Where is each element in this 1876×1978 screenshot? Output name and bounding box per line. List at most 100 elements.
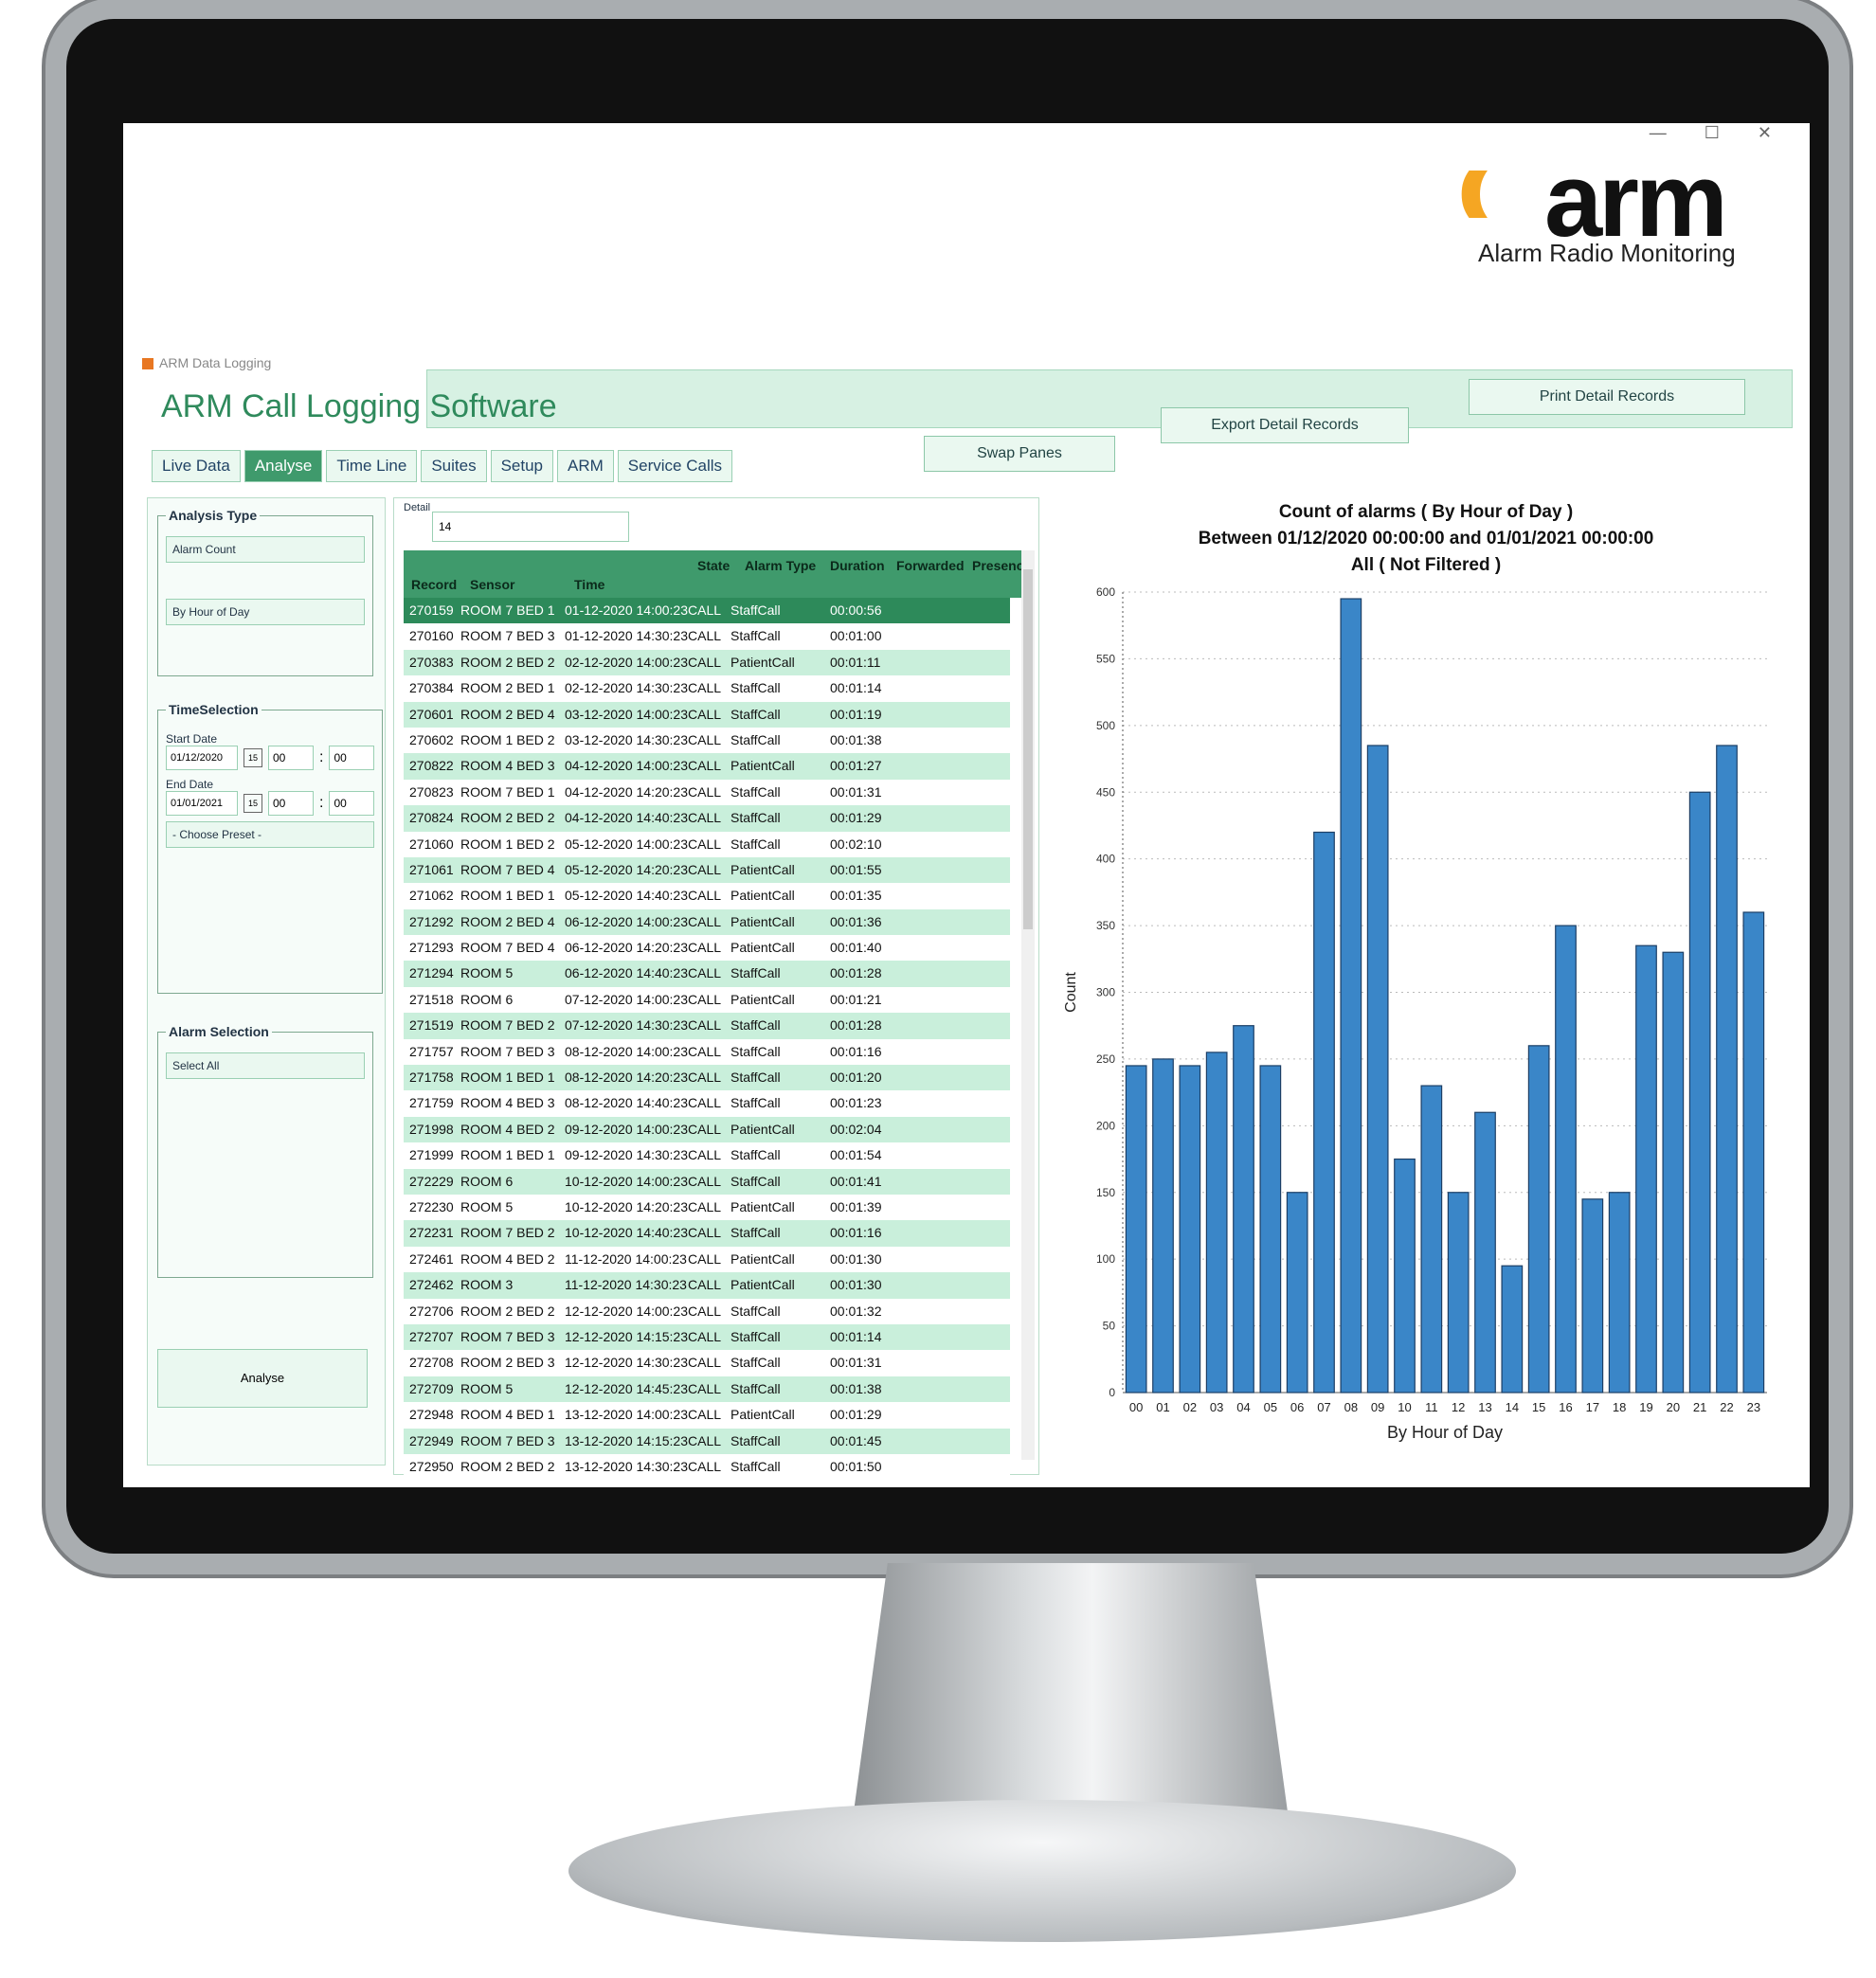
table-scrollbar[interactable] (1021, 550, 1035, 1460)
cell-type: StaffCall (731, 783, 781, 800)
bar-hour-03 (1205, 1052, 1228, 1394)
x-tick-label: 13 (1478, 1400, 1491, 1414)
select-all-item[interactable]: Select All (166, 1052, 365, 1079)
end-date-input[interactable]: 01/01/2021 (166, 791, 238, 816)
table-row[interactable]: 270601 ROOM 2 BED 4 03-12-2020 14:00:23 CAL… (404, 701, 1010, 728)
table-row[interactable]: 270823 ROOM 7 BED 1 04-12-2020 14:20:23 CAL… (404, 779, 1010, 806)
x-axis-label: By Hour of Day (1387, 1423, 1503, 1442)
table-row[interactable]: 272708 ROOM 2 BED 3 12-12-2020 14:30:23 CAL… (404, 1350, 1010, 1376)
table-row[interactable]: 271518 ROOM 6 07-12-2020 14:00:23 CALL Patie… (404, 986, 1010, 1014)
cell-sensor: ROOM 2 BED 2 (460, 654, 555, 670)
x-tick-label: 17 (1586, 1400, 1599, 1414)
cell-sensor: ROOM 7 BED 1 (460, 783, 555, 800)
start-minute-input[interactable]: 00 (329, 746, 375, 770)
table-row[interactable]: 272230 ROOM 5 10-12-2020 14:20:23 CALL Patie… (404, 1194, 1010, 1221)
table-row[interactable]: 272709 ROOM 5 12-12-2020 14:45:23 CALL Staff… (404, 1376, 1010, 1403)
cell-state: CALL (688, 628, 722, 644)
table-row[interactable]: 271061 ROOM 7 BED 4 05-12-2020 14:20:23 CAL… (404, 856, 1010, 884)
grouping-select[interactable]: By Hour of Day (166, 599, 365, 625)
cell-time: 07-12-2020 14:00:23 (565, 991, 688, 1007)
end-minute-input[interactable]: 00 (329, 791, 375, 816)
tab-analyse[interactable]: Analyse (244, 450, 323, 482)
tab-arm[interactable]: ARM (557, 450, 614, 482)
analyse-button[interactable]: Analyse (157, 1349, 368, 1408)
table-row[interactable]: 272461 ROOM 4 BED 2 11-12-2020 14:00:23 CAL… (404, 1246, 1010, 1273)
col-forwarded[interactable]: Forwarded (896, 558, 965, 573)
cell-type: StaffCall (731, 1225, 781, 1241)
tab-service-calls[interactable]: Service Calls (617, 450, 732, 482)
col-record[interactable]: Record (411, 577, 457, 592)
app-icon (142, 358, 153, 370)
bar-hour-19 (1635, 944, 1657, 1394)
col-duration[interactable]: Duration (830, 558, 885, 573)
table-row[interactable]: 271294 ROOM 5 06-12-2020 14:40:23 CALL Staff… (404, 961, 1010, 987)
cell-duration: 00:01:31 (830, 783, 882, 800)
tab-suites[interactable]: Suites (421, 450, 487, 482)
table-row[interactable]: 271293 ROOM 7 BED 4 06-12-2020 14:20:23 CAL… (404, 935, 1010, 962)
table-row[interactable]: 271759 ROOM 4 BED 3 08-12-2020 14:40:23 CAL… (404, 1090, 1010, 1117)
cell-duration: 00:01:31 (830, 1355, 882, 1371)
cell-state: CALL (688, 680, 722, 696)
cell-state: CALL (688, 1017, 722, 1034)
table-row[interactable]: 271999 ROOM 1 BED 1 09-12-2020 14:30:23 CAL… (404, 1142, 1010, 1169)
bar-hour-00 (1125, 1065, 1147, 1394)
cell-state: CALL (688, 888, 722, 904)
tab-time-line[interactable]: Time Line (326, 450, 418, 482)
cell-duration: 00:02:04 (830, 1121, 882, 1137)
cell-record: 270160 (409, 628, 454, 644)
x-tick-label: 03 (1210, 1400, 1223, 1414)
tab-setup[interactable]: Setup (490, 450, 554, 482)
cell-state: CALL (688, 1250, 722, 1267)
end-hour-input[interactable]: 00 (268, 791, 314, 816)
cell-time: 12-12-2020 14:45:23 (565, 1380, 688, 1396)
y-axis-label: Count (1063, 972, 1079, 1013)
col-state[interactable]: State (697, 558, 730, 573)
cell-type: PatientCall (731, 654, 795, 670)
table-row[interactable]: 270384 ROOM 2 BED 1 02-12-2020 14:30:23 CAL… (404, 675, 1010, 702)
table-row[interactable]: 272231 ROOM 7 BED 2 10-12-2020 14:40:23 CAL… (404, 1220, 1010, 1247)
start-hour-input[interactable]: 00 (268, 746, 314, 770)
table-row[interactable]: 270160 ROOM 7 BED 3 01-12-2020 14:30:23 CAL… (404, 623, 1010, 650)
table-row[interactable]: 272462 ROOM 3 11-12-2020 14:30:23 CALL Patie… (404, 1272, 1010, 1299)
detail-input[interactable]: 14 (432, 512, 629, 542)
scrollbar-thumb[interactable] (1023, 569, 1033, 929)
table-row[interactable]: 272950 ROOM 2 BED 2 13-12-2020 14:30:23 CAL… (404, 1453, 1010, 1481)
x-tick-label: 16 (1559, 1400, 1572, 1414)
table-row[interactable]: 271998 ROOM 4 BED 2 09-12-2020 14:00:23 CAL… (404, 1116, 1010, 1143)
table-row[interactable]: 272948 ROOM 4 BED 1 13-12-2020 14:00:23 CAL… (404, 1402, 1010, 1429)
table-row[interactable]: 272707 ROOM 7 BED 3 12-12-2020 14:15:23 CAL… (404, 1323, 1010, 1351)
col-time[interactable]: Time (574, 577, 604, 592)
start-date-input[interactable]: 01/12/2020 (166, 746, 238, 770)
table-row[interactable]: 271292 ROOM 2 BED 4 06-12-2020 14:00:23 CAL… (404, 908, 1010, 936)
cell-type: StaffCall (731, 810, 781, 826)
cell-sensor: ROOM 5 (460, 1198, 514, 1214)
choose-preset-select[interactable]: - Choose Preset - (166, 821, 375, 848)
print-detail-records-button[interactable]: Print Detail Records (1469, 379, 1745, 415)
cell-sensor: ROOM 2 BED 2 (460, 1458, 555, 1474)
tab-live-data[interactable]: Live Data (152, 450, 241, 482)
calendar-icon[interactable]: 15 (244, 794, 262, 813)
table-row[interactable]: 272706 ROOM 2 BED 2 12-12-2020 14:00:23 CAL… (404, 1298, 1010, 1324)
table-row[interactable]: 271060 ROOM 1 BED 2 05-12-2020 14:00:23 CAL… (404, 831, 1010, 857)
table-row[interactable]: 270602 ROOM 1 BED 2 03-12-2020 14:30:23 CAL… (404, 727, 1010, 754)
cell-time: 05-12-2020 14:00:23 (565, 836, 688, 852)
cell-record: 271293 (409, 940, 454, 956)
cell-type: StaffCall (731, 706, 781, 722)
table-row[interactable]: 271758 ROOM 1 BED 1 08-12-2020 14:20:23 CAL… (404, 1065, 1010, 1091)
cell-sensor: ROOM 4 BED 3 (460, 758, 555, 774)
analysis-type-select[interactable]: Alarm Count (166, 536, 365, 563)
table-row[interactable]: 270822 ROOM 4 BED 3 04-12-2020 14:00:23 CAL… (404, 753, 1010, 780)
table-row[interactable]: 270159 ROOM 7 BED 1 01-12-2020 14:00:23 CAL… (404, 598, 1010, 624)
table-row[interactable]: 271062 ROOM 1 BED 1 05-12-2020 14:40:23 CAL… (404, 883, 1010, 909)
table-row[interactable]: 270824 ROOM 2 BED 2 04-12-2020 14:40:23 CAL… (404, 805, 1010, 832)
close-icon[interactable]: ✕ (1758, 123, 1772, 143)
table-row[interactable]: 272949 ROOM 7 BED 3 13-12-2020 14:15:23 CAL… (404, 1428, 1010, 1454)
calendar-icon[interactable]: 15 (244, 748, 262, 767)
col-alarm-type[interactable]: Alarm Type (745, 558, 816, 573)
bar-hour-01 (1152, 1058, 1174, 1394)
table-row[interactable]: 270383 ROOM 2 BED 2 02-12-2020 14:00:23 CAL… (404, 649, 1010, 676)
col-sensor[interactable]: Sensor (470, 577, 514, 592)
table-row[interactable]: 272229 ROOM 6 10-12-2020 14:00:23 CALL Staff… (404, 1168, 1010, 1195)
table-row[interactable]: 271519 ROOM 7 BED 2 07-12-2020 14:30:23 CAL… (404, 1013, 1010, 1039)
table-row[interactable]: 271757 ROOM 7 BED 3 08-12-2020 14:00:23 CAL… (404, 1038, 1010, 1066)
